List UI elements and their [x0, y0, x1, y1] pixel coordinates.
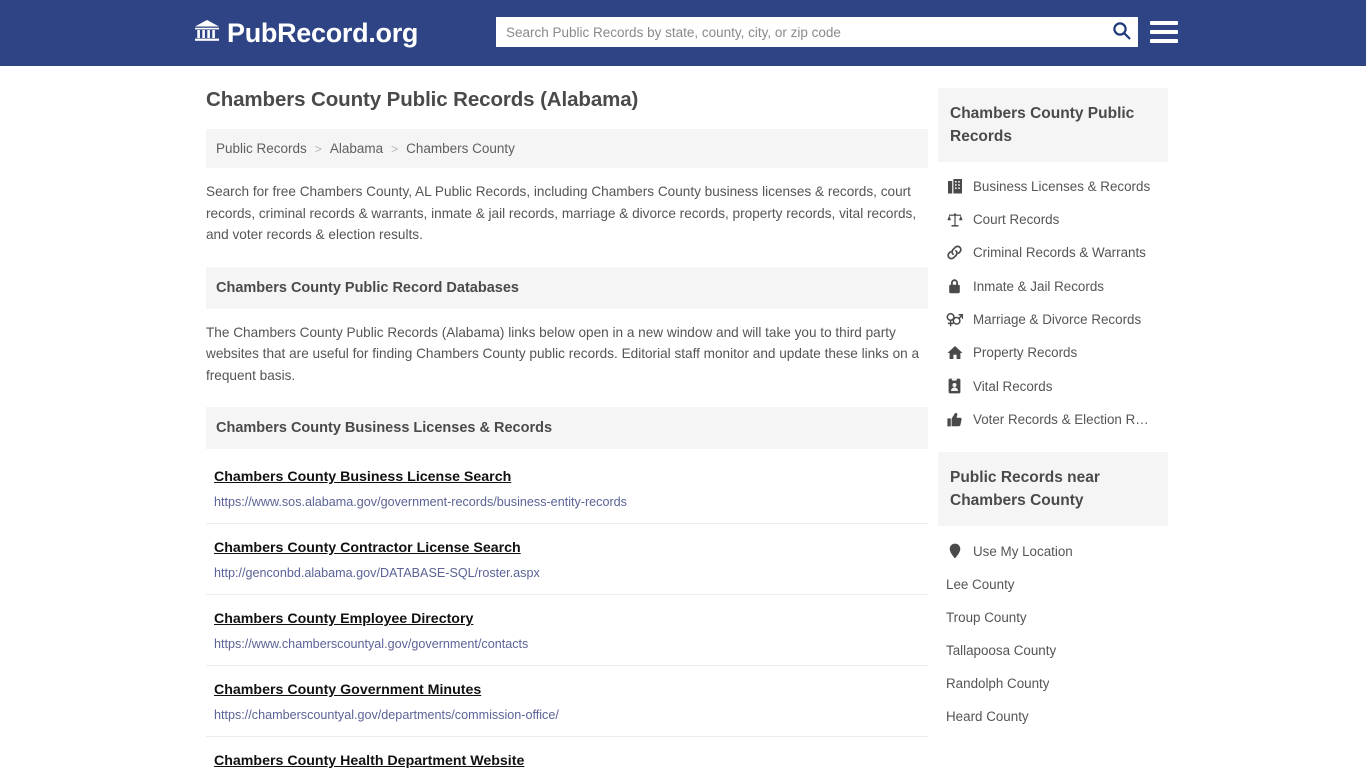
sidebar-item-property-records[interactable]: Property Records [938, 336, 1168, 369]
sidebar: Chambers County Public Records Business … [928, 88, 1168, 768]
record-link-title[interactable]: Chambers County Government Minutes [214, 682, 481, 698]
list-item: Chambers County Business License Search … [206, 449, 928, 524]
sidebar-item-label: Business Licenses & Records [973, 179, 1151, 194]
breadcrumb: Public Records > Alabama > Chambers Coun… [206, 129, 928, 168]
record-link-url[interactable]: https://www.sos.alabama.gov/government-r… [214, 495, 928, 509]
thumbs-up-icon [946, 412, 963, 427]
databases-paragraph: The Chambers County Public Records (Alab… [206, 324, 920, 383]
sidebar-item-label: Troup County [946, 610, 1027, 625]
sidebar-item-lee-county[interactable]: Lee County [938, 568, 1168, 601]
search-input[interactable] [496, 18, 1104, 46]
sidebar-item-label: Inmate & Jail Records [973, 278, 1104, 294]
brand-name: PubRecord.org [227, 17, 419, 48]
balance-scale-icon [946, 212, 963, 227]
map-pin-icon [946, 543, 963, 559]
sidebar-item-randolph-county[interactable]: Randolph County [938, 667, 1168, 700]
sidebar-item-label: Randolph County [946, 676, 1050, 691]
record-link-title[interactable]: Chambers County Business License Search [214, 469, 511, 485]
card-heading: Chambers County Public Records [938, 88, 1168, 162]
main-column: Chambers County Public Records (Alabama)… [198, 88, 928, 768]
search-button[interactable] [1104, 17, 1138, 47]
lock-icon [946, 278, 963, 294]
sidebar-item-label: Criminal Records & Warrants [973, 245, 1146, 260]
search-icon [1112, 21, 1131, 43]
list-item: Chambers County Employee Directory https… [206, 595, 928, 666]
id-badge-icon [946, 378, 963, 394]
intro-paragraph: Search for free Chambers County, AL Publ… [206, 184, 917, 242]
record-link-url[interactable]: https://www.chamberscountyal.gov/governm… [214, 637, 928, 651]
record-link-title[interactable]: Chambers County Health Department Websit… [214, 753, 524, 768]
sidebar-item-inmate-jail-records[interactable]: Inmate & Jail Records [938, 269, 1168, 303]
sidebar-item-vital-records[interactable]: Vital Records [938, 369, 1168, 403]
sidebar-item-label: Marriage & Divorce Records [973, 312, 1142, 327]
sidebar-item-label: Heard County [946, 709, 1029, 724]
sidebar-item-court-records[interactable]: Court Records [938, 203, 1168, 236]
section-heading-business-licenses: Chambers County Business Licenses & Reco… [206, 407, 928, 449]
record-link-url[interactable]: https://chamberscountyal.gov/departments… [214, 708, 928, 722]
search-bar [496, 17, 1138, 47]
sidebar-item-criminal-records[interactable]: Criminal Records & Warrants [938, 236, 1168, 269]
record-link-list: Chambers County Business License Search … [206, 449, 928, 768]
site-logo[interactable]: PubRecord.org [194, 19, 418, 48]
sidebar-item-label: Tallapoosa County [946, 643, 1057, 658]
sidebar-item-voter-records[interactable]: Voter Records & Election R… [938, 403, 1168, 436]
menu-bar-1 [1150, 21, 1178, 25]
section-heading-databases: Chambers County Public Record Databases [206, 266, 928, 309]
card-nearby-public-records: Public Records near Chambers County Use … [938, 452, 1168, 733]
page-body: Chambers County Public Records (Alabama)… [0, 66, 1366, 768]
site-header: PubRecord.org [0, 0, 1366, 66]
breadcrumb-item-chambers-county[interactable]: Chambers County [406, 141, 515, 156]
card-heading: Public Records near Chambers County [938, 452, 1168, 526]
sidebar-item-label: Vital Records [973, 378, 1053, 394]
building-icon [946, 179, 963, 194]
sidebar-item-heard-county[interactable]: Heard County [938, 700, 1168, 733]
sidebar-item-label: Lee County [946, 577, 1015, 592]
sidebar-item-troup-county[interactable]: Troup County [938, 601, 1168, 634]
breadcrumb-separator: > [314, 141, 322, 156]
sidebar-item-label: Property Records [973, 345, 1078, 360]
chain-link-icon [946, 245, 963, 260]
breadcrumb-item-public-records[interactable]: Public Records [216, 141, 307, 156]
breadcrumb-item-alabama[interactable]: Alabama [330, 141, 383, 156]
list-item: Chambers County Health Department Websit… [206, 737, 928, 768]
sidebar-item-marriage-divorce-records[interactable]: Marriage & Divorce Records [938, 303, 1168, 336]
home-icon [946, 345, 963, 360]
sidebar-item-label: Use My Location [973, 543, 1073, 559]
record-link-title[interactable]: Chambers County Employee Directory [214, 611, 473, 627]
bank-building-icon [194, 19, 220, 48]
record-link-url[interactable]: http://genconbd.alabama.gov/DATABASE-SQL… [214, 566, 928, 580]
breadcrumb-separator: > [391, 141, 399, 156]
sidebar-item-tallapoosa-county[interactable]: Tallapoosa County [938, 634, 1168, 667]
list-item: Chambers County Government Minutes https… [206, 666, 928, 737]
venus-mars-icon [946, 312, 963, 327]
sidebar-item-label: Voter Records & Election R… [973, 412, 1149, 427]
page-title: Chambers County Public Records (Alabama) [206, 88, 639, 111]
sidebar-item-business-licenses[interactable]: Business Licenses & Records [938, 170, 1168, 203]
sidebar-item-label: Court Records [973, 212, 1060, 227]
menu-bar-2 [1150, 30, 1178, 34]
menu-bar-3 [1150, 39, 1178, 43]
record-link-title[interactable]: Chambers County Contractor License Searc… [214, 540, 521, 556]
card-county-public-records: Chambers County Public Records Business … [938, 88, 1168, 436]
sidebar-item-use-my-location[interactable]: Use My Location [938, 534, 1168, 568]
list-item: Chambers County Contractor License Searc… [206, 524, 928, 595]
hamburger-menu-icon[interactable] [1150, 17, 1178, 47]
